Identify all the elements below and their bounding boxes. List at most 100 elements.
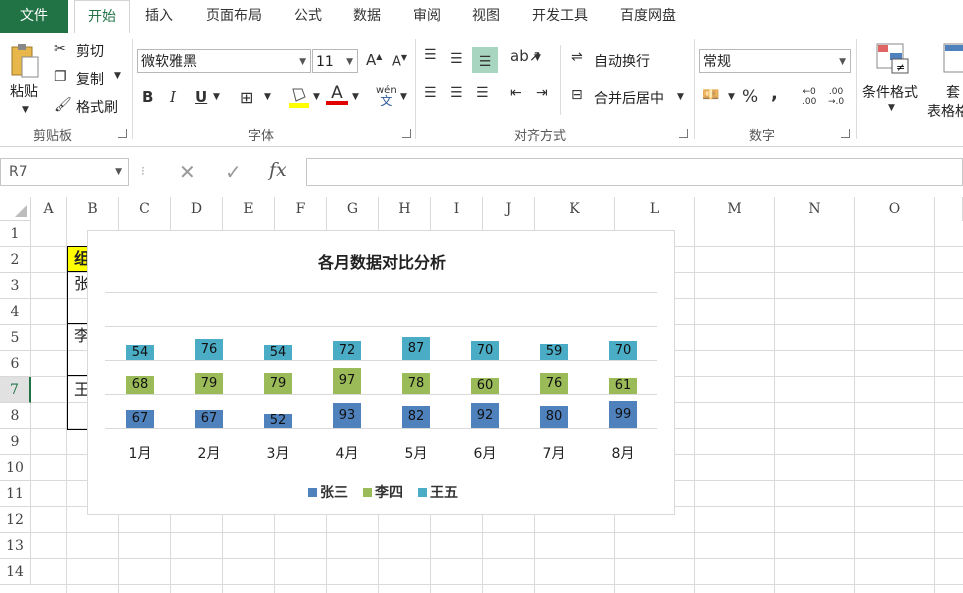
cancel-icon[interactable]: ✕	[179, 160, 196, 184]
chart-bar[interactable]: 60	[471, 378, 499, 394]
table-format-label-bottom[interactable]: 表格格	[927, 101, 963, 121]
increase-font-icon[interactable]: A▲	[366, 51, 382, 69]
currency-icon[interactable]: 💴	[702, 87, 719, 103]
column-header-j[interactable]: J	[483, 197, 535, 221]
align-right-icon[interactable]: ☰	[476, 85, 489, 101]
row-header-8[interactable]: 8	[0, 403, 31, 429]
select-all-corner[interactable]	[0, 197, 31, 221]
row-header-4[interactable]: 4	[0, 299, 31, 325]
row-header-10[interactable]: 10	[0, 455, 31, 481]
clipboard-launcher-icon[interactable]	[118, 129, 127, 138]
column-header-h[interactable]: H	[379, 197, 431, 221]
decrease-font-icon[interactable]: A▼	[392, 53, 407, 69]
tab-insert[interactable]: 插入	[134, 0, 184, 33]
chart-bar[interactable]: 76	[195, 339, 223, 360]
name-box[interactable]: R7 ▼	[0, 158, 129, 186]
copy-dropdown-icon[interactable]: ▼	[114, 71, 121, 81]
chart-bar[interactable]: 54	[126, 345, 154, 360]
row-header-11[interactable]: 11	[0, 481, 31, 507]
legend-item-li[interactable]: 李四	[363, 482, 403, 502]
column-header-n[interactable]: N	[775, 197, 855, 221]
legend-item-wang[interactable]: 王五	[418, 482, 458, 502]
fill-color-dropdown-icon[interactable]: ▼	[313, 92, 320, 102]
chart-bar[interactable]: 70	[471, 341, 499, 360]
paste-button[interactable]: 粘贴	[10, 81, 38, 101]
tab-formulas[interactable]: 公式	[284, 0, 332, 33]
tab-view[interactable]: 视图	[461, 0, 511, 33]
cut-button[interactable]: 剪切	[76, 41, 104, 61]
formula-input[interactable]	[306, 158, 963, 186]
currency-dropdown-icon[interactable]: ▼	[728, 92, 735, 102]
chart-bar[interactable]: 70	[609, 341, 637, 360]
column-header-f[interactable]: F	[275, 197, 327, 221]
number-launcher-icon[interactable]	[841, 129, 850, 138]
increase-indent-icon[interactable]: ⇥	[536, 85, 548, 101]
chart-bar[interactable]: 72	[333, 341, 361, 360]
chart-bar[interactable]: 99	[609, 401, 637, 428]
conditional-format-button[interactable]: 条件格式	[862, 82, 918, 102]
chart-bar[interactable]: 87	[402, 337, 430, 360]
table-format-label-top[interactable]: 套	[946, 82, 960, 102]
column-header-c[interactable]: C	[119, 197, 171, 221]
wrap-text-button[interactable]: 自动换行	[594, 51, 650, 71]
paste-icon[interactable]	[8, 43, 40, 79]
merge-dropdown-icon[interactable]: ▼	[677, 92, 684, 102]
chart-area[interactable]: 各月数据对比分析 67 68 54 1月 67 79 76 2月 52 79 54 3月 93 97 72 4…	[87, 230, 675, 515]
more-options-icon[interactable]: ⁝	[141, 164, 145, 178]
chart-bar[interactable]: 82	[402, 406, 430, 428]
font-color-icon[interactable]: A	[326, 83, 348, 105]
column-header-g[interactable]: G	[327, 197, 379, 221]
column-header-m[interactable]: M	[695, 197, 775, 221]
bold-button[interactable]: B	[142, 88, 153, 106]
align-middle-icon[interactable]: ☰	[450, 51, 463, 67]
phonetic-icon[interactable]: wén 文	[376, 85, 397, 108]
row-header-9[interactable]: 9	[0, 429, 31, 455]
chart-bar[interactable]: 97	[333, 368, 361, 394]
chart-bar[interactable]: 59	[540, 344, 568, 360]
font-color-dropdown-icon[interactable]: ▼	[352, 92, 359, 102]
chart-bar[interactable]: 67	[195, 410, 223, 428]
merge-center-button[interactable]: 合并后居中	[594, 88, 664, 108]
chart-bar[interactable]: 92	[471, 403, 499, 428]
tab-developer[interactable]: 开发工具	[522, 0, 598, 33]
row-header-5[interactable]: 5	[0, 325, 31, 351]
chart-bar[interactable]: 61	[609, 378, 637, 394]
chart-bar[interactable]: 68	[126, 376, 154, 394]
align-top-icon[interactable]: ☰	[424, 47, 437, 63]
chart-title[interactable]: 各月数据对比分析	[88, 249, 676, 273]
row-header-12[interactable]: 12	[0, 507, 31, 533]
border-dropdown-icon[interactable]: ▼	[264, 92, 271, 102]
chart-bar[interactable]: 76	[540, 373, 568, 394]
legend-item-zhang[interactable]: 张三	[308, 482, 348, 502]
chart-bar[interactable]: 79	[195, 373, 223, 394]
font-launcher-icon[interactable]	[402, 129, 411, 138]
chart-bar[interactable]: 52	[264, 414, 292, 428]
column-header-b[interactable]: B	[67, 197, 119, 221]
italic-button[interactable]: I	[170, 88, 176, 106]
orientation-dropdown-icon[interactable]: ▼	[534, 53, 541, 63]
copy-button[interactable]: 复制	[76, 69, 104, 89]
paste-dropdown-icon[interactable]: ▼	[22, 105, 29, 115]
underline-button[interactable]: U	[195, 88, 207, 106]
chart-bar[interactable]: 80	[540, 406, 568, 428]
chart-bar[interactable]: 54	[264, 345, 292, 360]
percent-button[interactable]: %	[742, 87, 758, 107]
row-header-13[interactable]: 13	[0, 533, 31, 559]
row-header-3[interactable]: 3	[0, 273, 31, 299]
tab-baidu-netdisk[interactable]: 百度网盘	[610, 0, 686, 33]
insert-function-button[interactable]: fx	[269, 159, 287, 181]
chart-bar[interactable]: 79	[264, 373, 292, 394]
decrease-decimal-icon[interactable]: .00 →.0	[828, 87, 844, 107]
column-header-d[interactable]: D	[171, 197, 223, 221]
align-left-icon[interactable]: ☰	[424, 85, 437, 101]
tab-review[interactable]: 审阅	[402, 0, 452, 33]
conditional-format-dropdown-icon[interactable]: ▼	[888, 103, 895, 113]
tab-home[interactable]: 开始	[74, 0, 130, 34]
row-header-2[interactable]: 2	[0, 247, 31, 273]
chart-bar[interactable]: 78	[402, 373, 430, 394]
column-header-i[interactable]: I	[431, 197, 483, 221]
row-header-14[interactable]: 14	[0, 559, 31, 585]
phonetic-dropdown-icon[interactable]: ▼	[400, 92, 407, 102]
fill-color-icon[interactable]	[288, 85, 310, 113]
column-header-l[interactable]: L	[615, 197, 695, 221]
